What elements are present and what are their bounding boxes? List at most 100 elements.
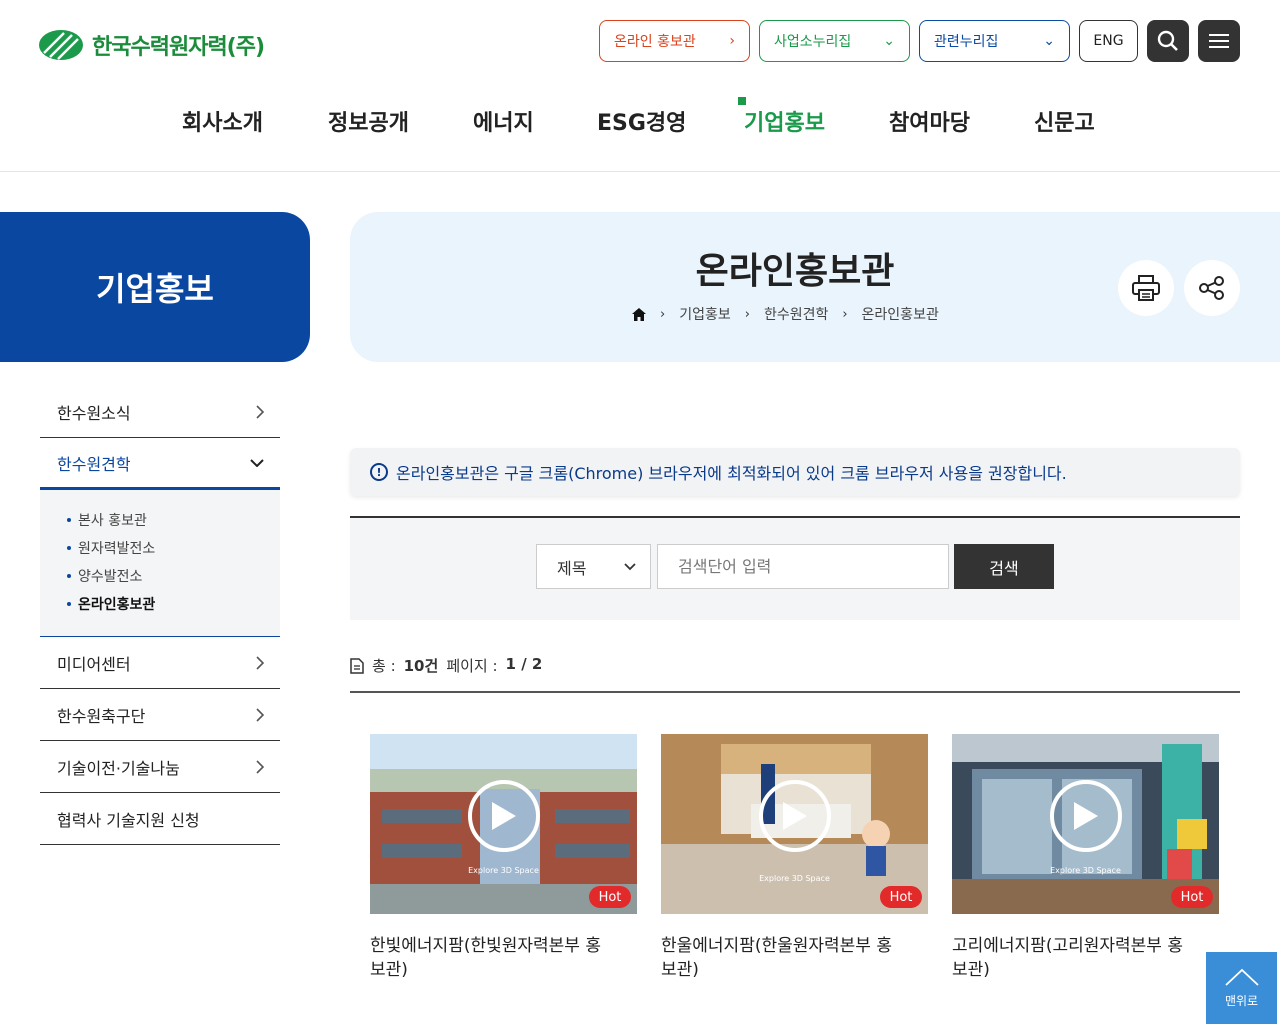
lnb-item-news[interactable]: 한수원소식 — [40, 386, 280, 438]
search-field-select[interactable]: 제목 — [536, 544, 651, 589]
gnb-item-disclosure[interactable]: 정보공개 — [328, 105, 409, 137]
lnb-subitem-label: 양수발전소 — [78, 569, 143, 585]
lnb-item-tech-transfer[interactable]: 기술이전·기술나눔 — [40, 741, 280, 793]
lnb-subitem-label: 원자력발전소 — [78, 541, 156, 557]
bullet — [67, 602, 71, 606]
section-title: 기업홍보 — [0, 212, 310, 362]
bullet — [67, 574, 71, 578]
lnb-submenu: 본사 홍보관 원자력발전소 양수발전소 온라인홍보관 — [40, 490, 280, 637]
chevron-down-icon — [250, 458, 264, 467]
breadcrumb-item[interactable]: 기업홍보 — [679, 304, 731, 324]
bullet — [67, 518, 71, 522]
gallery-card[interactable]: Explore 3D Space Hot 고리에너지팜(고리원자력본부 홍보관) — [952, 734, 1219, 982]
breadcrumb-item[interactable]: 한수원견학 — [764, 304, 828, 324]
search-icon — [1157, 30, 1178, 51]
lnb-item-label: 미디어센터 — [57, 654, 131, 674]
card-title[interactable]: 고리에너지팜(고리원자력본부 홍보관) — [952, 934, 1192, 982]
business-sites-select[interactable]: 사업소누리집 ⌄ — [759, 20, 910, 62]
lnb-item-tour[interactable]: 한수원견학 — [40, 438, 280, 490]
lnb-subitem-hq-hall[interactable]: 본사 홍보관 — [67, 506, 280, 534]
gnb-item-company[interactable]: 회사소개 — [182, 105, 263, 137]
chevron-right-icon — [256, 404, 264, 419]
lnb-item-football[interactable]: 한수원축구단 — [40, 689, 280, 741]
lnb-subitem-nuclear[interactable]: 원자력발전소 — [67, 534, 280, 562]
gallery-card[interactable]: Explore 3D Space Hot 한빛에너지팜(한빛원자력본부 홍보관) — [370, 734, 637, 982]
card-thumbnail[interactable]: Explore 3D Space Hot — [370, 734, 637, 914]
result-count: 총 : 10건 페이지 : 1 / 2 — [350, 655, 1240, 693]
site-header: 한국수력원자력(주) 온라인 홍보관 › 사업소누리집 ⌄ 관련누리집 ⌄ EN… — [0, 0, 1280, 172]
home-icon[interactable] — [632, 307, 646, 321]
share-button[interactable] — [1184, 260, 1240, 316]
lnb-item-label: 한수원소식 — [57, 403, 131, 423]
chevron-down-icon: ⌄ — [883, 33, 895, 49]
card-title[interactable]: 한빛에너지팜(한빛원자력본부 홍보관) — [370, 934, 610, 982]
chevron-right-icon: › — [744, 306, 750, 322]
total-label: 총 : — [372, 657, 396, 675]
lnb-subitem-label: 온라인홍보관 — [78, 597, 156, 613]
page-label: 페이지 : — [446, 657, 498, 675]
card-thumbnail[interactable]: Explore 3D Space Hot — [952, 734, 1219, 914]
related-sites-select[interactable]: 관련누리집 ⌄ — [919, 20, 1070, 62]
notice-text: 온라인홍보관은 구글 크롬(Chrome) 브라우저에 최적화되어 있어 크롬 … — [396, 464, 1067, 483]
search-field-value: 제목 — [557, 558, 587, 578]
search-button[interactable] — [1147, 20, 1189, 62]
lnb-item-label: 한수원축구단 — [57, 706, 146, 726]
explore-overlay: Explore 3D Space — [468, 866, 539, 875]
khnp-logo-icon — [39, 30, 83, 60]
business-sites-label: 사업소누리집 — [774, 34, 852, 50]
card-title[interactable]: 한울에너지팜(한울원자력본부 홍보관) — [661, 934, 901, 982]
online-pr-hall-button[interactable]: 온라인 홍보관 › — [599, 20, 750, 62]
gnb-item-corporate-pr[interactable]: 기업홍보 — [738, 97, 825, 137]
hamburger-icon — [1209, 34, 1229, 48]
lnb-item-partner-support[interactable]: 협력사 기술지원 신청 — [40, 793, 280, 845]
hot-badge: Hot — [1171, 886, 1213, 908]
chevron-right-icon: › — [842, 306, 848, 322]
related-sites-label: 관련누리집 — [934, 34, 999, 50]
play-icon — [1050, 780, 1122, 852]
chevron-right-icon: › — [729, 33, 735, 49]
play-icon — [468, 780, 540, 852]
document-icon — [350, 658, 364, 674]
page-title: 온라인홍보관 — [695, 251, 895, 292]
active-indicator — [738, 97, 746, 105]
gnb-item-esg[interactable]: ESG경영 — [597, 105, 686, 137]
lnb-subitem-pumped[interactable]: 양수발전소 — [67, 562, 280, 590]
chevron-right-icon — [256, 759, 264, 774]
search-area: 제목 검색 — [350, 516, 1240, 620]
chevron-down-icon: ⌄ — [1043, 33, 1055, 49]
gallery-card[interactable]: Explore 3D Space Hot 한울에너지팜(한울원자력본부 홍보관) — [661, 734, 928, 982]
lnb-subitem-online[interactable]: 온라인홍보관 — [67, 590, 280, 618]
lnb-item-media[interactable]: 미디어센터 — [40, 637, 280, 689]
printer-icon — [1132, 275, 1160, 301]
chevron-right-icon: › — [660, 306, 666, 322]
lnb-subitem-label: 본사 홍보관 — [78, 513, 147, 529]
play-icon — [759, 780, 831, 852]
card-thumbnail[interactable]: Explore 3D Space Hot — [661, 734, 928, 914]
print-button[interactable] — [1118, 260, 1174, 316]
search-input[interactable] — [657, 544, 949, 589]
site-logo[interactable]: 한국수력원자력(주) — [38, 28, 265, 62]
gnb-item-corporate-pr-label: 기업홍보 — [744, 111, 825, 136]
back-to-top-button[interactable]: 맨위로 — [1206, 952, 1277, 1024]
hot-badge: Hot — [589, 886, 631, 908]
search-submit-button[interactable]: 검색 — [954, 544, 1054, 589]
page-header: 온라인홍보관 › 기업홍보 › 한수원견학 › 온라인홍보관 — [350, 212, 1280, 362]
explore-overlay: Explore 3D Space — [759, 874, 830, 883]
breadcrumb: › 기업홍보 › 한수원견학 › 온라인홍보관 — [632, 304, 939, 324]
chevron-right-icon — [256, 655, 264, 670]
gnb-item-energy[interactable]: 에너지 — [473, 105, 534, 137]
lnb-item-label: 기술이전·기술나눔 — [57, 758, 180, 778]
logo-text: 한국수력원자력(주) — [92, 35, 265, 60]
page-value: 1 / 2 — [505, 655, 543, 673]
english-site-button[interactable]: ENG — [1079, 20, 1138, 62]
menu-button[interactable] — [1198, 20, 1240, 62]
gnb-item-petition[interactable]: 신문고 — [1034, 105, 1095, 137]
chevron-right-icon — [256, 707, 264, 722]
lnb-item-label: 협력사 기술지원 신청 — [57, 810, 200, 830]
breadcrumb-item[interactable]: 온라인홍보관 — [862, 304, 939, 324]
back-to-top-label: 맨위로 — [1224, 993, 1259, 1008]
local-navigation: 한수원소식 한수원견학 본사 홍보관 원자력발전소 양수발전소 온라인홍보관 미… — [40, 386, 280, 845]
explore-overlay: Explore 3D Space — [1050, 866, 1121, 875]
global-navigation: 회사소개 정보공개 에너지 ESG경영 기업홍보 참여마당 신문고 — [0, 97, 1280, 139]
gnb-item-participation[interactable]: 참여마당 — [889, 105, 970, 137]
